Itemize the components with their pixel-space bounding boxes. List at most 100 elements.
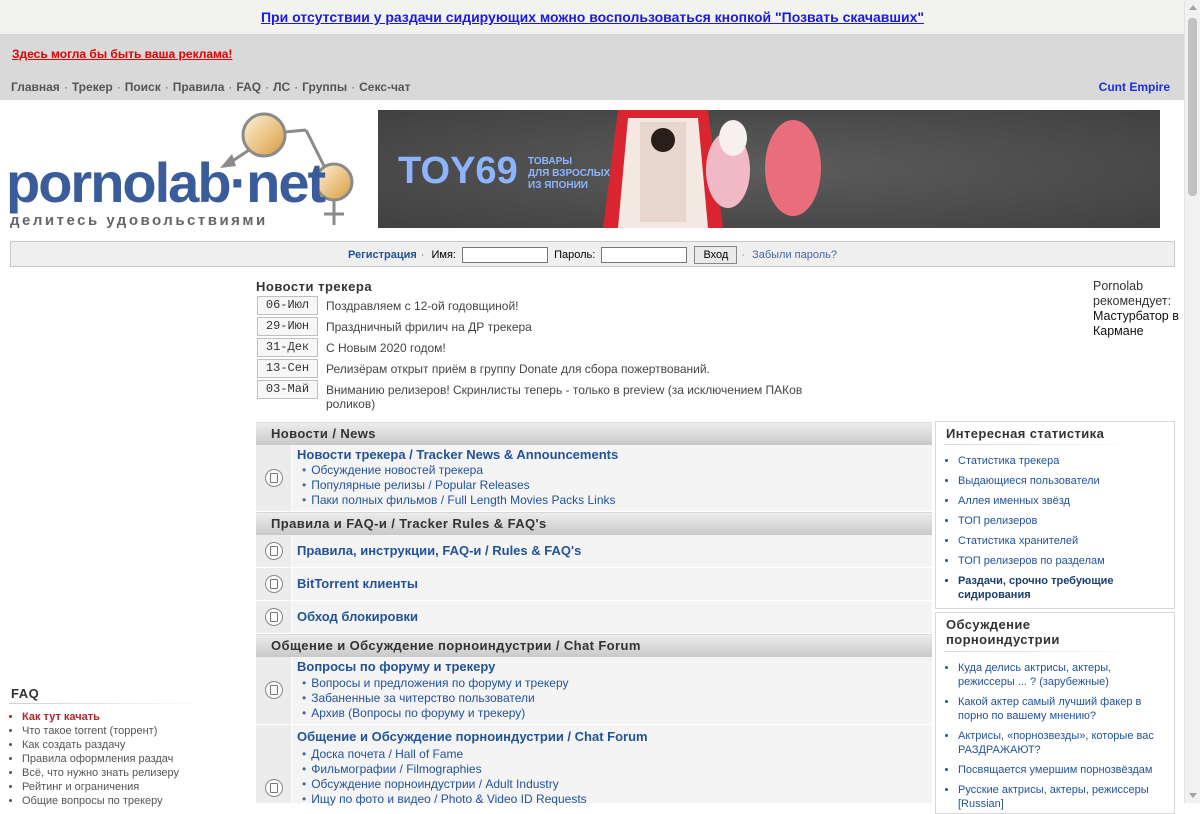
svg-text:делитесь удовольствиями: делитесь удовольствиями xyxy=(10,212,268,229)
news-item: 31-Дек С Новым 2020 годом! xyxy=(256,338,706,358)
forum-title-link[interactable]: Вопросы по форуму и трекеру xyxy=(297,659,495,674)
forum-title-link[interactable]: Правила, инструкции, FAQ-и / Rules & FAQ… xyxy=(297,543,581,558)
discussion-box-title: Обсуждение порноиндустрии xyxy=(946,617,1060,647)
password-input[interactable] xyxy=(601,247,688,263)
stats-link[interactable]: Аллея именных звёзд xyxy=(958,494,1158,508)
faq-link[interactable]: Как тут качать xyxy=(22,710,179,724)
stats-link[interactable]: Статистика хранителей xyxy=(958,534,1158,548)
subforum-link[interactable]: Вопросы и предложения по форуму и трекер… xyxy=(302,676,568,691)
forum-row: Вопросы по форуму и трекеру Вопросы и пр… xyxy=(256,657,932,725)
stats-link[interactable]: ТОП релизеров xyxy=(958,514,1158,528)
discussion-link[interactable]: Актрисы, «порнозвезды», которые вас РАЗД… xyxy=(958,729,1158,757)
username-input[interactable] xyxy=(462,247,549,263)
discussion-link[interactable]: Куда делись актрисы, актеры, режиссеры .… xyxy=(958,661,1158,689)
discussion-link[interactable]: Какой актер самый лучший факер в порно п… xyxy=(958,695,1158,723)
stats-link[interactable]: Раздачи, срочно требующие сидирования xyxy=(958,574,1158,602)
news-date: 29-Июн xyxy=(257,317,318,336)
news-item: 06-Июл Поздравляем с 12-ой годовщиной! xyxy=(256,296,706,316)
news-link[interactable]: Поздравляем с 12-ой годовщиной! xyxy=(326,299,519,313)
svg-text:TOY69: TOY69 xyxy=(398,150,518,192)
username-label: Имя: xyxy=(431,248,456,261)
subforum-link[interactable]: Фильмографии / Filmographies xyxy=(302,762,587,777)
forum-status-icon xyxy=(265,542,283,560)
faq-title: FAQ xyxy=(11,686,40,701)
login-bar: Регистрация · Имя: Пароль: Вход · Забыли п… xyxy=(10,241,1175,267)
faq-link[interactable]: Рейтинг и ограничения xyxy=(22,780,179,794)
scroll-down-arrow-icon[interactable] xyxy=(1189,793,1197,798)
news-link[interactable]: С Новым 2020 годом! xyxy=(326,341,446,355)
nav-sex-chat[interactable]: Секс-чат xyxy=(359,80,410,94)
news-date: 06-Июл xyxy=(257,296,318,315)
login-button[interactable]: Вход xyxy=(694,246,738,264)
category-header[interactable]: Общение и Обсуждение порноиндустрии / Ch… xyxy=(256,634,932,657)
nav-groups[interactable]: Группы xyxy=(302,80,347,94)
forum-status-icon xyxy=(265,681,283,699)
nav-tracker[interactable]: Трекер xyxy=(72,80,113,94)
news-link[interactable]: Релизёрам открыт приём в группу Donate д… xyxy=(326,362,710,376)
ad-banner[interactable]: TOY69 ТОВАРЫ ДЛЯ ВЗРОСЛЫХ ИЗ ЯПОНИИ xyxy=(378,110,1160,228)
category-header[interactable]: Новости / News xyxy=(256,422,932,445)
recommend-block: Pornolab рекомендует: Мастурбатор в Карм… xyxy=(1093,279,1183,339)
faq-link[interactable]: Общие вопросы по трекеру xyxy=(22,794,179,808)
nav-pm[interactable]: ЛС xyxy=(273,80,290,94)
stats-box: Интересная статистика Статистика трекера… xyxy=(935,421,1175,609)
news-item: 13-Сен Релизёрам открыт приём в группу D… xyxy=(256,359,710,379)
svg-text:ДЛЯ ВЗРОСЛЫХ: ДЛЯ ВЗРОСЛЫХ xyxy=(528,168,611,179)
stats-box-title: Интересная статистика xyxy=(946,426,1105,441)
discussion-link[interactable]: Посвящается умершим порнозвёздам xyxy=(958,763,1158,777)
ad-link[interactable]: Здесь могла бы быть ваша реклама! xyxy=(12,47,232,61)
category-header[interactable]: Правила и FAQ-и / Tracker Rules & FAQ's xyxy=(256,512,932,535)
news-item: 03-Май Вниманию релизеров! Скринлисты те… xyxy=(256,380,802,411)
register-link[interactable]: Регистрация xyxy=(348,249,417,261)
subforum-link[interactable]: Обсуждение порноиндустрии / Adult Indust… xyxy=(302,777,587,792)
news-date: 31-Дек xyxy=(257,338,318,357)
nav-rules[interactable]: Правила xyxy=(173,80,225,94)
forum-status-icon xyxy=(265,779,283,797)
forum-row: Правила, инструкции, FAQ-и / Rules & FAQ… xyxy=(256,535,932,568)
news-link[interactable]: Праздничный фрилич на ДР трекера xyxy=(326,320,532,334)
discussion-link[interactable]: Русские актрисы, актеры, режиссеры [Russ… xyxy=(958,783,1158,811)
svg-text:ТОВАРЫ: ТОВАРЫ xyxy=(528,156,572,167)
recommend-label: Pornolab рекомендует: xyxy=(1093,279,1172,308)
news-link[interactable]: Вниманию релизеров! Скринлисты теперь - … xyxy=(326,383,846,411)
nav-faq[interactable]: FAQ xyxy=(236,80,261,94)
subforum-link[interactable]: Паки полных фильмов / Full Length Movies… xyxy=(302,493,615,508)
faq-list: Как тут качать Что такое torrent (торрен… xyxy=(22,710,179,808)
news-date: 03-Май xyxy=(257,380,318,399)
nav-home[interactable]: Главная xyxy=(11,80,60,94)
subforum-link[interactable]: Популярные релизы / Popular Releases xyxy=(302,478,616,493)
scroll-up-arrow-icon[interactable] xyxy=(1189,5,1197,10)
site-logo[interactable]: pornolab·net делитесь удовольствиями xyxy=(6,110,356,235)
forum-row: Обход блокировки xyxy=(256,601,932,634)
svg-text:ИЗ ЯПОНИИ: ИЗ ЯПОНИИ xyxy=(528,180,588,191)
page-scrollbar[interactable] xyxy=(1184,0,1200,803)
forum-status-icon xyxy=(265,575,283,593)
discussion-box: Обсуждение порноиндустрии Куда делись ак… xyxy=(935,612,1175,814)
recommend-link[interactable]: Мастурбатор в Кармане xyxy=(1093,309,1183,339)
nav-search[interactable]: Поиск xyxy=(125,80,161,94)
stats-link[interactable]: Статистика трекера xyxy=(958,454,1158,468)
scrollbar-thumb[interactable] xyxy=(1188,18,1197,196)
subforum-link[interactable]: Забаненные за читерство пользователи xyxy=(302,691,569,706)
subforum-link[interactable]: Доска почета / Hall of Fame xyxy=(302,747,587,762)
nav-cunt-empire[interactable]: Cunt Empire xyxy=(1099,80,1170,94)
forum-row: BitTorrent клиенты xyxy=(256,568,932,601)
stats-link[interactable]: Выдающиеся пользователи xyxy=(958,474,1158,488)
forum-title-link[interactable]: Общение и Обсуждение порноиндустрии / Ch… xyxy=(297,729,648,744)
stats-link[interactable]: ТОП релизеров по разделам xyxy=(958,554,1158,568)
faq-link[interactable]: Что такое torrent (торрент) xyxy=(22,724,179,738)
news-date: 13-Сен xyxy=(257,359,318,378)
forum-title-link[interactable]: BitTorrent клиенты xyxy=(297,576,418,591)
faq-link[interactable]: Правила оформления раздач xyxy=(22,752,179,766)
subforum-link[interactable]: Ищу по фото и видео / Photo & Video ID R… xyxy=(302,792,586,807)
faq-link[interactable]: Всё, что нужно знать релизеру xyxy=(22,766,179,780)
faq-link[interactable]: Как создать раздачу xyxy=(22,738,179,752)
subforum-link[interactable]: Архив (Вопросы по форуму и трекеру) xyxy=(302,706,569,721)
forum-title-link[interactable]: Новости трекера / Tracker News & Announc… xyxy=(297,447,618,462)
forum-title-link[interactable]: Обход блокировки xyxy=(297,609,418,624)
top-notice-link[interactable]: При отсутствии у раздачи сидирующих можн… xyxy=(0,9,1185,25)
tracker-news-title: Новости трекера xyxy=(256,279,373,294)
subforum-link[interactable]: Обсуждение новостей трекера xyxy=(302,463,616,478)
forgot-password-link[interactable]: Забыли пароль? xyxy=(752,249,837,261)
forum-status-icon xyxy=(265,469,283,487)
